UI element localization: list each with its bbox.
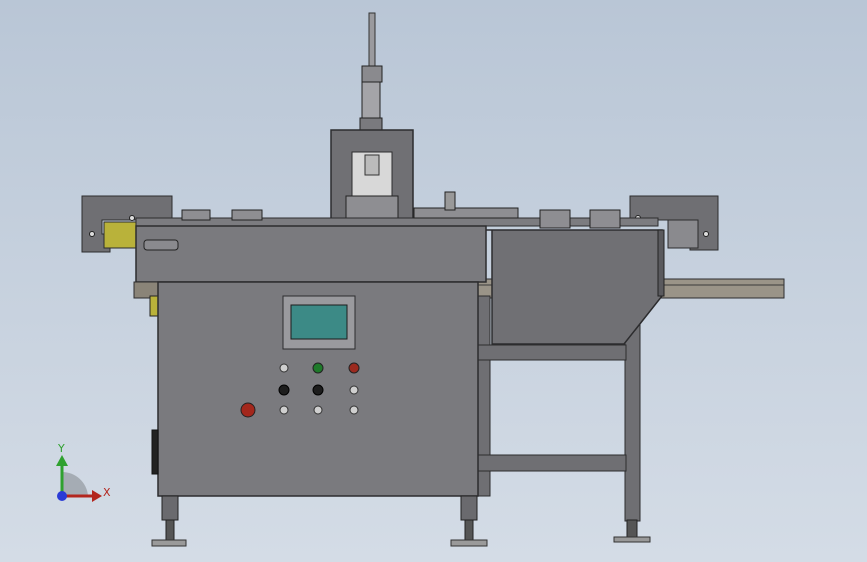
button-black-2[interactable]	[312, 384, 324, 396]
table-top	[135, 217, 659, 227]
bolt-icon	[703, 231, 709, 237]
upper-body	[135, 225, 487, 283]
machine-model[interactable]	[0, 0, 867, 562]
foot-left-stem	[165, 519, 175, 541]
frame-rail-lower	[477, 454, 627, 472]
cylinder-rod	[368, 12, 376, 68]
fixture-left-2	[231, 209, 263, 221]
button-black-1[interactable]	[278, 384, 290, 396]
nameplate	[143, 239, 179, 251]
press-fixture	[345, 195, 399, 219]
indicator-white-5[interactable]	[349, 405, 359, 415]
triad-z-axis	[57, 491, 67, 501]
frame-foot-right	[626, 519, 638, 538]
button-red[interactable]	[348, 362, 360, 374]
fixture-post	[444, 191, 456, 211]
cylinder-head	[361, 65, 383, 83]
bolt-icon	[129, 215, 135, 221]
indicator-white-2[interactable]	[349, 385, 359, 395]
frame-pad-right	[613, 536, 651, 543]
indicator-white-1[interactable]	[279, 363, 289, 373]
foot-middle-pad	[450, 539, 488, 547]
frame-rail-upper	[477, 344, 627, 361]
fixture-right-2	[589, 209, 621, 229]
left-sensor-yellow	[103, 221, 139, 249]
triad-x-arrow	[92, 490, 102, 502]
hopper	[486, 229, 663, 345]
press-die	[364, 154, 380, 176]
triad-base	[62, 471, 88, 496]
cad-viewport[interactable]: Y X	[0, 0, 867, 562]
indicator-white-3[interactable]	[279, 405, 289, 415]
cabinet-side-handle	[151, 429, 159, 475]
foot-middle-stem	[464, 519, 474, 541]
fixture-left-1	[181, 209, 211, 221]
foot-middle	[460, 495, 478, 521]
hopper-front-edge	[657, 229, 665, 297]
triad-y-label: Y	[58, 442, 65, 455]
foot-left-pad	[151, 539, 187, 547]
foot-left	[161, 495, 179, 521]
fixture-right-1	[539, 209, 571, 229]
right-sensor-block	[667, 219, 699, 249]
emergency-stop-button[interactable]	[240, 402, 256, 418]
fixture-mid	[413, 207, 519, 219]
button-green[interactable]	[312, 362, 324, 374]
hmi-screen[interactable]	[290, 304, 348, 340]
triad-x-label: X	[103, 486, 111, 499]
indicator-white-4[interactable]	[313, 405, 323, 415]
bolt-icon	[89, 231, 95, 237]
triad-y-arrow	[56, 455, 68, 466]
